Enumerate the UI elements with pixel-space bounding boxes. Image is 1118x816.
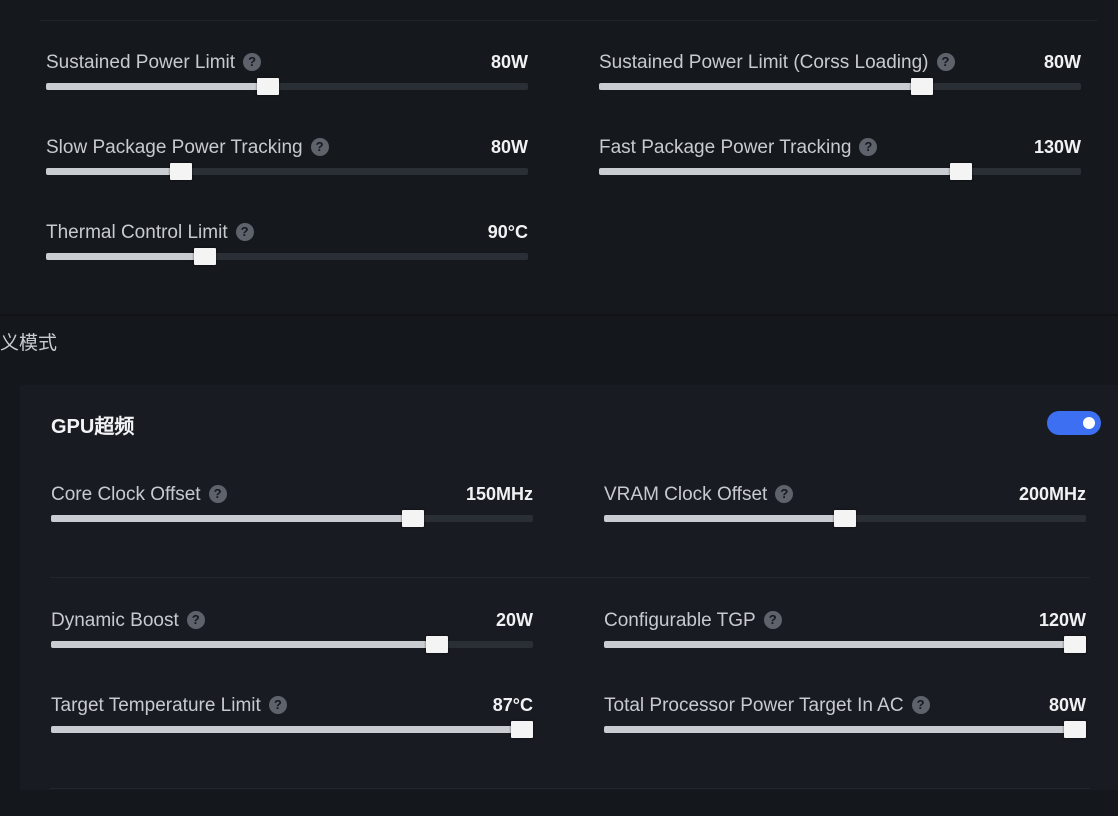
slider-fill (604, 726, 1075, 733)
divider (50, 577, 1090, 578)
total-processor-power-target-control: Total Processor Power Target In AC? 80W (604, 695, 1086, 755)
slider-thumb[interactable] (194, 248, 216, 265)
control-label: Thermal Control Limit? (46, 222, 254, 244)
slider-thumb[interactable] (911, 78, 933, 95)
slider-thumb[interactable] (834, 510, 856, 527)
vram-clock-offset-control: VRAM Clock Offset? 200MHz (604, 484, 1086, 544)
control-value: 130W (1033, 137, 1081, 157)
control-label: Dynamic Boost? (51, 610, 205, 632)
slider-thumb[interactable] (511, 721, 533, 738)
help-icon[interactable]: ? (859, 138, 878, 156)
control-value: 80W (490, 137, 528, 157)
sustained-power-limit-cross-loading-control: Sustained Power Limit (Corss Loading)? 8… (599, 52, 1081, 112)
target-temperature-limit-slider[interactable] (51, 721, 533, 738)
control-label: Sustained Power Limit (Corss Loading)? (599, 52, 955, 74)
divider (50, 788, 1090, 789)
control-label: Core Clock Offset? (51, 484, 227, 506)
core-clock-offset-control: Core Clock Offset? 150MHz (51, 484, 533, 544)
thermal-control-limit-control: Thermal Control Limit? 90°C (46, 222, 528, 282)
gpu-overclock-title: GPU超频 (51, 416, 135, 438)
divider (40, 20, 1098, 21)
fast-package-power-tracking-slider[interactable] (599, 163, 1081, 180)
help-icon[interactable]: ? (208, 485, 227, 503)
slider-thumb[interactable] (1064, 721, 1086, 738)
slider-thumb[interactable] (257, 78, 279, 95)
control-label: Sustained Power Limit? (46, 52, 262, 74)
help-icon[interactable]: ? (775, 485, 794, 503)
control-label: Target Temperature Limit? (51, 695, 287, 717)
slow-package-power-tracking-slider[interactable] (46, 163, 528, 180)
sustained-power-limit-slider[interactable] (46, 78, 528, 95)
control-value: 120W (1038, 610, 1086, 630)
slider-fill (46, 168, 181, 175)
help-icon[interactable]: ? (186, 611, 205, 629)
slider-fill (46, 253, 205, 260)
vram-clock-offset-slider[interactable] (604, 510, 1086, 527)
slow-package-power-tracking-control: Slow Package Power Tracking? 80W (46, 137, 528, 197)
slider-fill (51, 726, 522, 733)
toggle-knob (1083, 417, 1095, 429)
help-icon[interactable]: ? (310, 138, 329, 156)
slider-fill (599, 168, 961, 175)
slider-thumb[interactable] (170, 163, 192, 180)
thermal-control-limit-slider[interactable] (46, 248, 528, 265)
control-value: 150MHz (465, 484, 533, 504)
control-label: Slow Package Power Tracking? (46, 137, 329, 159)
total-processor-power-target-slider[interactable] (604, 721, 1086, 738)
slider-fill (599, 83, 922, 90)
control-value: 200MHz (1018, 484, 1086, 504)
slider-fill (51, 641, 437, 648)
slider-fill (604, 641, 1075, 648)
slider-fill (604, 515, 845, 522)
control-value: 20W (495, 610, 533, 630)
control-label: Configurable TGP? (604, 610, 782, 632)
core-clock-offset-slider[interactable] (51, 510, 533, 527)
help-icon[interactable]: ? (235, 223, 254, 241)
dynamic-boost-control: Dynamic Boost? 20W (51, 610, 533, 670)
sustained-power-limit-cross-loading-slider[interactable] (599, 78, 1081, 95)
dynamic-boost-slider[interactable] (51, 636, 533, 653)
sustained-power-limit-control: Sustained Power Limit? 80W (46, 52, 528, 112)
control-label: VRAM Clock Offset? (604, 484, 794, 506)
slider-thumb[interactable] (402, 510, 424, 527)
gpu-overclock-toggle[interactable] (1047, 411, 1101, 435)
configurable-tgp-control: Configurable TGP? 120W (604, 610, 1086, 670)
slider-fill (51, 515, 413, 522)
slider-thumb[interactable] (426, 636, 448, 653)
help-icon[interactable]: ? (243, 53, 262, 71)
control-label: Total Processor Power Target In AC? (604, 695, 930, 717)
slider-fill (46, 83, 268, 90)
configurable-tgp-slider[interactable] (604, 636, 1086, 653)
help-icon[interactable]: ? (268, 696, 287, 714)
target-temperature-limit-control: Target Temperature Limit? 87°C (51, 695, 533, 755)
section-title: 义模式 (0, 333, 58, 354)
control-value: 90°C (487, 222, 528, 242)
control-value: 87°C (492, 695, 533, 715)
control-value: 80W (490, 52, 528, 72)
fast-package-power-tracking-control: Fast Package Power Tracking? 130W (599, 137, 1081, 197)
help-icon[interactable]: ? (936, 53, 955, 71)
help-icon[interactable]: ? (911, 696, 930, 714)
slider-thumb[interactable] (950, 163, 972, 180)
slider-thumb[interactable] (1064, 636, 1086, 653)
control-value: 80W (1043, 52, 1081, 72)
help-icon[interactable]: ? (763, 611, 782, 629)
control-label: Fast Package Power Tracking? (599, 137, 878, 159)
control-value: 80W (1048, 695, 1086, 715)
